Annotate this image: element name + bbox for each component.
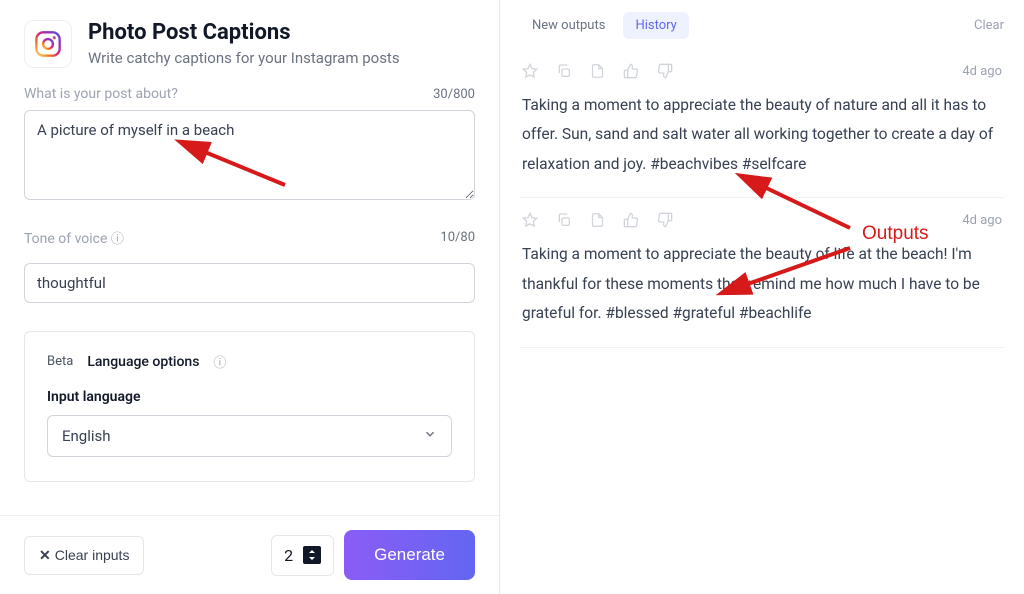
about-label: What is your post about? [24,86,178,102]
tone-counter: 10/80 [440,230,475,245]
output-card: 4d ago Taking a moment to appreciate the… [520,49,1004,198]
tab-new-outputs[interactable]: New outputs [520,12,617,39]
about-counter: 30/800 [433,87,475,102]
info-icon[interactable]: ⓘ [213,352,226,371]
info-icon: ⓘ [111,228,124,247]
thumbs-up-icon[interactable] [623,212,639,228]
input-language-label: Input language [47,389,452,405]
about-textarea[interactable] [24,110,475,200]
output-text: Taking a moment to appreciate the beauty… [522,91,1002,179]
thumbs-down-icon[interactable] [657,63,673,79]
page-subtitle: Write catchy captions for your Instagram… [88,49,400,67]
left-panel: Photo Post Captions Write catchy caption… [0,0,500,594]
tone-input[interactable] [24,263,475,303]
page-title: Photo Post Captions [88,20,400,45]
star-icon[interactable] [522,212,538,228]
stepper-icon [303,546,321,564]
clear-inputs-button[interactable]: ✕ Clear inputs [24,536,144,575]
output-count-stepper[interactable]: 2 [271,535,334,576]
footer-bar: ✕ Clear inputs 2 Generate [0,515,499,594]
input-language-select[interactable]: English [47,415,452,457]
tone-label: Tone of voice ⓘ [24,228,124,247]
output-timestamp: 4d ago [962,64,1002,79]
language-panel: Beta Language options ⓘ Input language E… [24,331,475,482]
output-timestamp: 4d ago [962,213,1002,228]
language-options-label: Language options [87,354,199,370]
output-text: Taking a moment to appreciate the beauty… [522,240,1002,328]
thumbs-down-icon[interactable] [657,212,673,228]
instagram-icon [24,20,72,68]
output-count-value: 2 [284,546,293,565]
copy-icon[interactable] [556,212,572,228]
clear-outputs-button[interactable]: Clear [974,18,1004,33]
generate-button[interactable]: Generate [344,530,475,580]
thumbs-up-icon[interactable] [623,63,639,79]
document-icon[interactable] [590,63,605,79]
close-icon: ✕ [39,547,51,564]
output-card: 4d ago Taking a moment to appreciate the… [520,198,1004,347]
input-language-value: English [62,427,111,445]
chevron-down-icon [423,427,437,445]
right-panel: New outputs History Clear 4d ago Taking … [500,0,1024,594]
tab-history[interactable]: History [623,12,688,39]
copy-icon[interactable] [556,63,572,79]
beta-badge: Beta [47,354,73,369]
document-icon[interactable] [590,212,605,228]
star-icon[interactable] [522,63,538,79]
